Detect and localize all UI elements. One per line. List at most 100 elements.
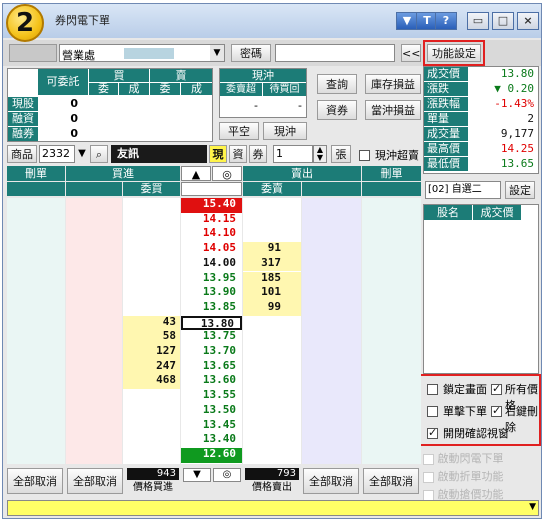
buy-click-cell[interactable] xyxy=(66,330,122,345)
bid-cell[interactable] xyxy=(123,286,180,301)
price-cell[interactable]: 13.55 xyxy=(181,388,242,404)
price-buy-button[interactable]: 價格買進 xyxy=(127,481,179,494)
sell-click-cell[interactable] xyxy=(302,330,361,345)
ask-cell[interactable] xyxy=(243,404,301,419)
ask-cell[interactable] xyxy=(243,227,301,242)
query-button[interactable]: 查詢 xyxy=(317,74,357,94)
ask-cell[interactable] xyxy=(243,345,301,360)
flat-short-button[interactable]: 平空 xyxy=(219,122,259,140)
cancel-all-buy-left[interactable]: 全部取消 xyxy=(7,468,63,494)
bid-cell[interactable] xyxy=(123,433,180,448)
ask-cell[interactable]: 101 xyxy=(243,285,301,301)
close-button[interactable]: × xyxy=(517,12,539,30)
price-cell[interactable]: 15.40 xyxy=(181,197,242,213)
sell-click-cell[interactable] xyxy=(302,345,361,360)
buy-click-cell[interactable] xyxy=(66,448,122,463)
buy-click-cell[interactable] xyxy=(66,389,122,404)
type-margin-button[interactable]: 資 xyxy=(229,145,247,163)
ask-cell[interactable] xyxy=(243,389,301,404)
buy-click-cell[interactable] xyxy=(66,374,122,389)
sell-click-cell[interactable] xyxy=(302,360,361,375)
cancel-all-buy[interactable]: 全部取消 xyxy=(67,468,123,494)
center-icon[interactable]: ◎ xyxy=(212,166,242,181)
type-short-button[interactable]: 券 xyxy=(249,145,267,163)
watchlist-select[interactable]: [02] 自選二 xyxy=(425,181,501,199)
sell-click-cell[interactable] xyxy=(302,213,361,228)
price-cell[interactable]: 13.90 xyxy=(181,285,242,301)
sell-click-cell[interactable] xyxy=(302,272,361,287)
faded-checkbox-1[interactable] xyxy=(423,453,434,465)
bid-cell[interactable] xyxy=(123,257,180,272)
function-settings-button[interactable]: 功能設定 xyxy=(427,44,481,62)
buy-click-cell[interactable] xyxy=(66,345,122,360)
sell-click-cell[interactable] xyxy=(302,404,361,419)
price-cell[interactable]: 12.60 xyxy=(181,447,242,463)
buy-click-cell[interactable] xyxy=(66,257,122,272)
price-cell[interactable]: 13.60 xyxy=(181,374,242,389)
ask-cell[interactable] xyxy=(243,360,301,375)
sell-click-cell[interactable] xyxy=(302,316,361,331)
sell-click-cell[interactable] xyxy=(302,242,361,257)
price-cell[interactable]: 13.85 xyxy=(181,300,242,316)
password-button[interactable]: 密碼 xyxy=(231,44,271,62)
sell-click-cell[interactable] xyxy=(302,374,361,389)
dropdown-arrow-icon[interactable]: ▼ xyxy=(396,12,418,30)
price-sell-button[interactable]: 價格賣出 xyxy=(245,481,299,494)
confirm-window-checkbox[interactable] xyxy=(427,426,438,439)
bid-cell[interactable]: 58 xyxy=(123,330,180,345)
qty-stepper[interactable]: ▲ ▼ xyxy=(313,145,327,163)
bid-cell[interactable]: 468 xyxy=(123,374,180,390)
price-cell[interactable]: 13.80 xyxy=(181,315,242,331)
buy-click-cell[interactable] xyxy=(66,227,122,242)
ask-cell[interactable]: 317 xyxy=(243,256,301,272)
chevron-down-icon[interactable]: ▼ xyxy=(529,502,536,512)
center-bottom-icon[interactable]: ◎ xyxy=(213,468,241,482)
stock-label[interactable]: 商品 xyxy=(7,145,37,163)
bid-cell[interactable] xyxy=(123,448,180,463)
bid-cell[interactable] xyxy=(123,227,180,242)
help-button[interactable]: ? xyxy=(435,12,457,30)
one-click-checkbox[interactable] xyxy=(427,404,438,417)
bid-cell[interactable]: 127 xyxy=(123,344,180,360)
price-cell[interactable]: 14.00 xyxy=(181,256,242,272)
daytrade-pl-button[interactable]: 當沖損益 xyxy=(365,100,421,120)
daytrade-button[interactable]: 現沖 xyxy=(263,122,307,140)
faded-checkbox-3[interactable] xyxy=(423,489,434,501)
buy-click-cell[interactable] xyxy=(66,272,122,287)
bid-cell[interactable] xyxy=(123,242,180,257)
sell-click-cell[interactable] xyxy=(302,286,361,301)
bid-cell[interactable] xyxy=(123,404,180,419)
sell-click-cell[interactable] xyxy=(302,389,361,404)
sell-click-cell[interactable] xyxy=(302,419,361,434)
bid-cell[interactable] xyxy=(123,389,180,404)
bid-cell[interactable] xyxy=(123,198,180,213)
sell-click-cell[interactable] xyxy=(302,227,361,242)
price-cell[interactable]: 14.15 xyxy=(181,212,242,228)
ask-cell[interactable]: 91 xyxy=(243,241,301,257)
ask-cell[interactable] xyxy=(243,213,301,228)
price-cell[interactable]: 13.45 xyxy=(181,418,242,434)
price-cell[interactable]: 14.05 xyxy=(181,241,242,257)
sell-click-cell[interactable] xyxy=(302,198,361,213)
watchlist-settings-button[interactable]: 設定 xyxy=(505,181,535,199)
stock-code-input[interactable]: 2332 xyxy=(39,145,75,163)
buy-click-cell[interactable] xyxy=(66,433,122,448)
sell-click-cell[interactable] xyxy=(302,448,361,463)
password-input[interactable] xyxy=(275,44,395,62)
bid-cell[interactable]: 247 xyxy=(123,359,180,375)
price-cell[interactable]: 13.65 xyxy=(181,359,242,375)
search-icon[interactable]: ⌕ xyxy=(90,145,108,163)
price-cell[interactable]: 14.10 xyxy=(181,227,242,242)
scroll-up-icon[interactable]: ▲ xyxy=(181,166,211,181)
ask-cell[interactable] xyxy=(243,330,301,345)
buy-click-cell[interactable] xyxy=(66,301,122,316)
buy-click-cell[interactable] xyxy=(66,360,122,375)
sell-click-cell[interactable] xyxy=(302,301,361,316)
qty-input[interactable]: 1 xyxy=(273,145,313,163)
bid-cell[interactable] xyxy=(123,213,180,228)
securities-button[interactable]: 資券 xyxy=(317,100,357,120)
chevron-down-icon[interactable]: ▼ xyxy=(76,146,88,162)
lock-screen-checkbox[interactable] xyxy=(427,382,438,395)
chevron-down-icon[interactable]: ▼ xyxy=(210,45,224,61)
sell-click-cell[interactable] xyxy=(302,433,361,448)
